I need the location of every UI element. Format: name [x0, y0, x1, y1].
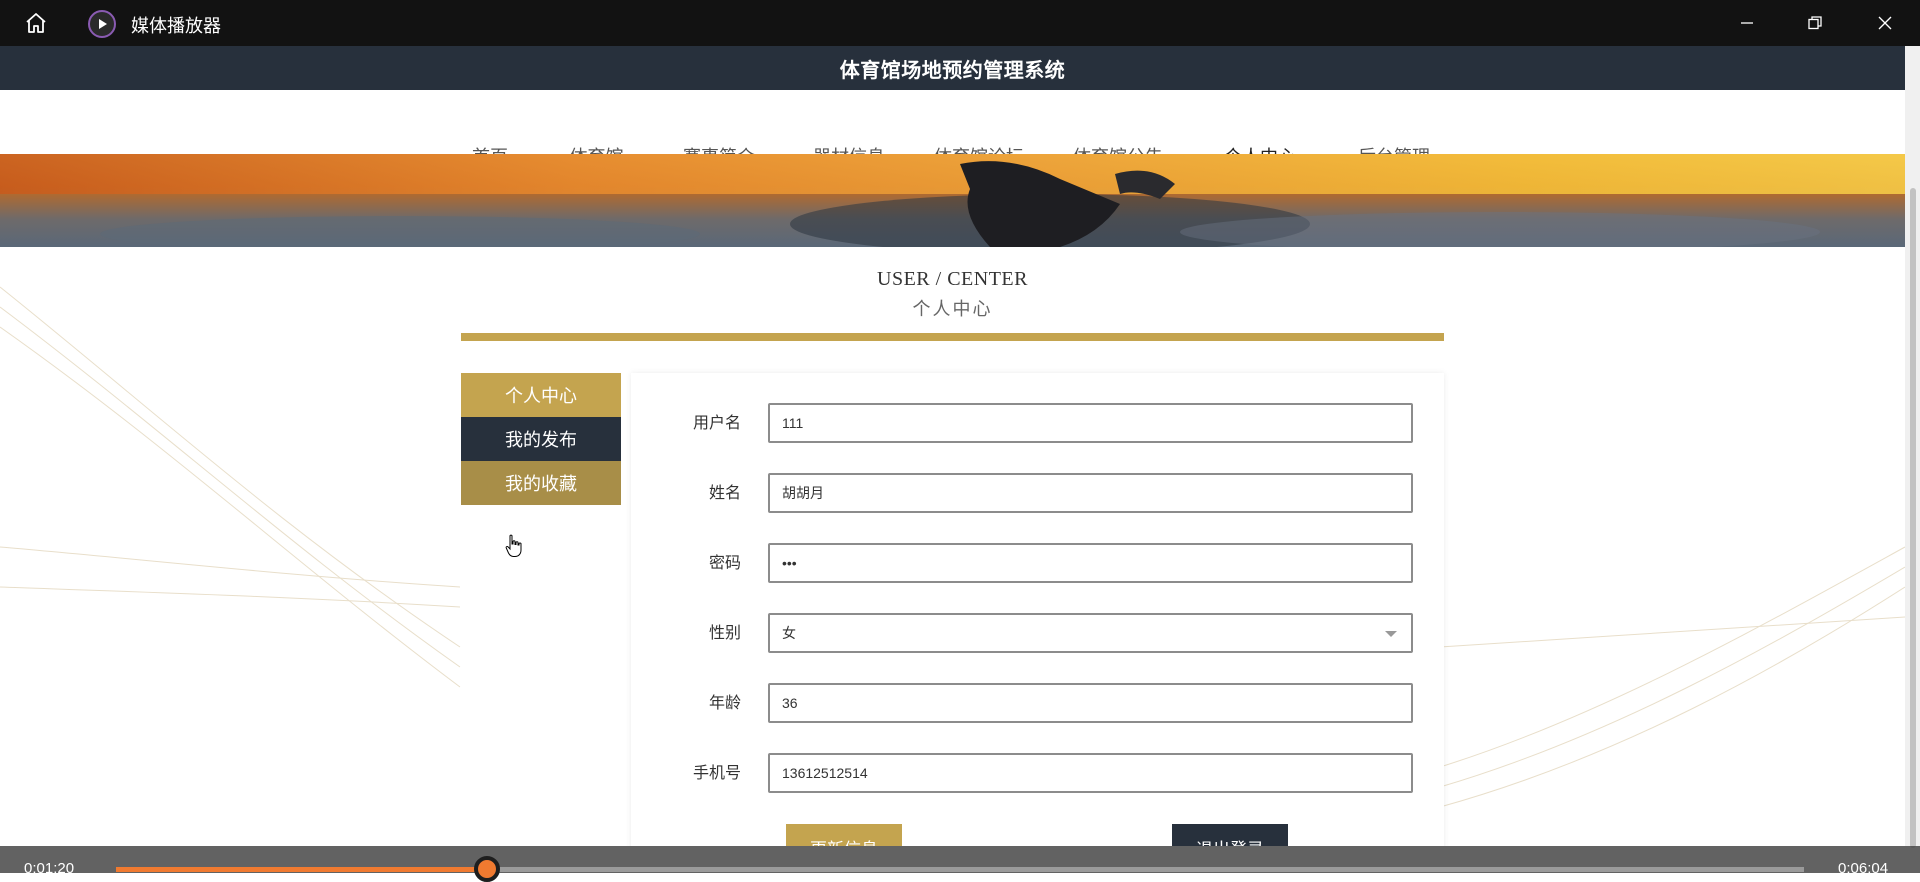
form-row-password: 密码 ••• [631, 543, 1444, 583]
site-title: 体育馆场地预约管理系统 [839, 57, 1066, 82]
phone-input[interactable]: 13612512514 [768, 753, 1413, 793]
play-icon [88, 10, 116, 38]
form-row-gender: 性别 女 [631, 613, 1444, 653]
username-input[interactable]: 111 [768, 403, 1413, 443]
form-row-age: 年龄 36 [631, 683, 1444, 723]
seek-bar[interactable] [116, 867, 1804, 872]
close-icon [1878, 16, 1892, 30]
side-item-my-favorites[interactable]: 我的收藏 [461, 461, 621, 505]
player-title: 媒体播放器 [131, 16, 221, 37]
section-heading: USER / CENTER 个人中心 [0, 268, 1905, 321]
section-title-en: USER / CENTER [877, 268, 1028, 290]
restore-button[interactable] [1795, 8, 1835, 38]
minimize-icon [1741, 22, 1753, 24]
age-label: 年龄 [708, 693, 741, 712]
current-time: 0:01:20 [24, 860, 75, 877]
close-button[interactable] [1865, 8, 1905, 38]
restore-icon [1808, 16, 1822, 30]
chevron-down-icon [1385, 631, 1397, 637]
age-input[interactable]: 36 [768, 683, 1413, 723]
site-header: 体育馆场地预约管理系统 [0, 46, 1905, 90]
name-label: 姓名 [708, 483, 741, 502]
section-title-cn: 个人中心 [912, 299, 993, 319]
home-icon [26, 13, 46, 33]
player-titlebar: 媒体播放器 [0, 0, 1920, 46]
name-input[interactable]: 胡胡月 [768, 473, 1413, 513]
gender-selected-value: 女 [782, 625, 796, 641]
web-page: 体育馆场地预约管理系统 首页 体育馆 赛事简介 器材信息 体育馆论坛 体育馆公告… [0, 46, 1905, 846]
hero-banner [0, 154, 1905, 247]
form-row-username: 用户名 111 [631, 403, 1444, 443]
side-item-my-posts[interactable]: 我的发布 [461, 417, 621, 461]
player-controls: 0:01:20 0:06:04 [0, 846, 1920, 882]
home-button[interactable] [20, 10, 52, 36]
password-input[interactable]: ••• [768, 543, 1413, 583]
seek-bar-progress [116, 867, 487, 872]
side-menu: 个人中心 我的发布 我的收藏 [461, 373, 621, 846]
hand-cursor-icon [505, 534, 522, 557]
profile-form: 用户名 111 姓名 胡胡月 密码 ••• 性别 女 年龄 36 手机号 136… [631, 373, 1444, 846]
logout-button[interactable]: 退出登录 [1172, 824, 1288, 846]
scrollbar-thumb[interactable] [1910, 188, 1916, 848]
username-label: 用户名 [692, 413, 741, 432]
section-divider [461, 333, 1444, 341]
seek-bar-thumb[interactable] [474, 856, 500, 882]
gender-label: 性别 [708, 623, 741, 642]
form-row-phone: 手机号 13612512514 [631, 753, 1444, 793]
banner-splash-image [100, 161, 1820, 247]
form-row-name: 姓名 胡胡月 [631, 473, 1444, 513]
phone-label: 手机号 [692, 763, 741, 782]
password-label: 密码 [708, 553, 741, 572]
side-item-user-center[interactable]: 个人中心 [461, 373, 621, 417]
total-time: 0:06:04 [1838, 860, 1889, 877]
gender-select[interactable]: 女 [768, 613, 1413, 653]
minimize-button[interactable] [1727, 8, 1767, 38]
update-info-button[interactable]: 更新信息 [786, 824, 902, 846]
page-scrollbar[interactable] [1905, 46, 1920, 848]
